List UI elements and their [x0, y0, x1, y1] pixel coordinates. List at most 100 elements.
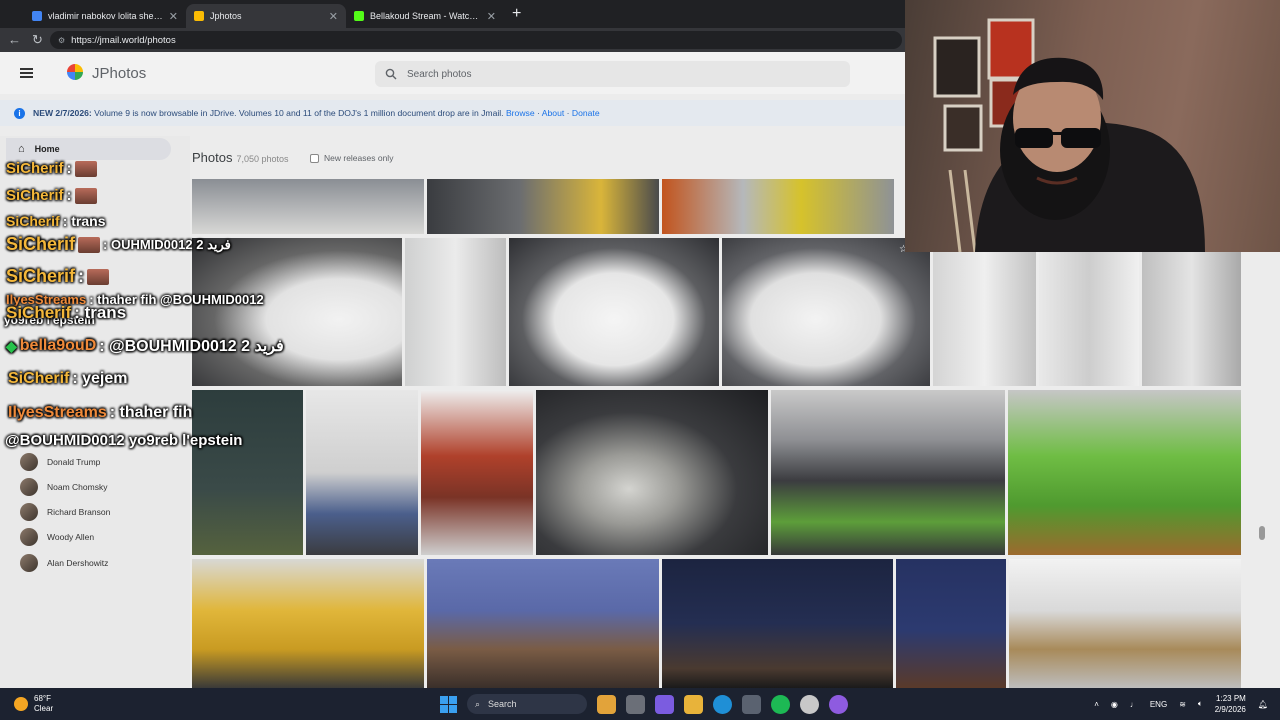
photo-thumbnail[interactable]: [1039, 252, 1139, 386]
photo-thumbnail[interactable]: ☆: [722, 238, 930, 386]
sub-badge-icon: ◆: [6, 337, 17, 354]
photos-header: Photos 7,050 photos: [192, 150, 289, 165]
language-indicator[interactable]: ENG: [1150, 700, 1167, 709]
photo-thumbnail[interactable]: [771, 390, 1005, 555]
photo-thumbnail[interactable]: [1009, 559, 1241, 688]
sidebar-person[interactable]: Richard Branson: [20, 502, 110, 522]
photo-thumbnail[interactable]: [427, 559, 659, 688]
chat-text: :: [66, 187, 72, 204]
photo-thumbnail[interactable]: [662, 559, 893, 688]
hamburger-menu-icon[interactable]: [20, 68, 33, 78]
weather-widget[interactable]: 68°F Clear: [14, 694, 53, 714]
search-icon: [385, 68, 397, 80]
photo-count: 7,050 photos: [236, 154, 289, 164]
search-placeholder: Search photos: [407, 68, 472, 80]
photo-thumbnail[interactable]: [421, 390, 533, 555]
sidebar-item-home[interactable]: ⌂ Home: [6, 138, 171, 160]
clock[interactable]: 1:23 PM 2/9/2026: [1215, 693, 1246, 715]
chat-text: :: [78, 266, 85, 286]
address-bar: ← ↻ ⚙ https://jmail.world/photos: [0, 28, 905, 52]
checkbox-box[interactable]: [310, 153, 319, 163]
photo-thumbnail[interactable]: [1008, 390, 1241, 555]
close-icon[interactable]: ✕: [169, 10, 178, 23]
chat-message: SiCherif :: [6, 266, 110, 287]
photo-thumbnail[interactable]: [192, 179, 424, 234]
network-icon[interactable]: ◉: [1111, 700, 1118, 709]
clock-time: 1:23 PM: [1216, 694, 1246, 703]
chat-text: @BOUHMID0012 yo9reb l'epstein: [5, 432, 243, 449]
photo-thumbnail[interactable]: [933, 252, 1036, 386]
chat-message: SiCherif :: [6, 160, 97, 177]
new-tab-button[interactable]: +: [512, 5, 521, 23]
back-icon[interactable]: ←: [8, 32, 21, 47]
volume-icon[interactable]: 🔈︎: [1198, 699, 1203, 709]
chat-username: bella9ouD: [19, 337, 97, 354]
photo-thumbnail[interactable]: [662, 179, 894, 234]
tab-kick[interactable]: Bellakoud Stream - Watch Live on ✕: [346, 4, 504, 28]
chat-username: SiCherif: [6, 234, 76, 254]
photo-thumbnail[interactable]: [1142, 252, 1241, 386]
wifi-icon[interactable]: ≋: [1179, 700, 1186, 709]
site-info-icon[interactable]: ⚙: [58, 36, 65, 45]
photo-thumbnail[interactable]: [536, 390, 768, 555]
banner-prefix: NEW 2/7/2026:: [33, 108, 92, 118]
photo-thumbnail[interactable]: [427, 179, 659, 234]
avatar: [20, 453, 38, 471]
copilot-icon[interactable]: [655, 694, 674, 714]
scrollbar[interactable]: [1259, 526, 1265, 540]
banner-link-donate[interactable]: Donate: [572, 108, 600, 118]
tab-search[interactable]: vladimir nabokov lolita she was lo ✕: [24, 4, 186, 28]
reload-icon[interactable]: ↻: [32, 32, 43, 48]
banner-link-about[interactable]: About: [542, 108, 564, 118]
edge-icon[interactable]: [713, 694, 732, 714]
search-input[interactable]: Search photos: [375, 61, 850, 87]
sidebar-person[interactable]: Alan Dershowitz: [20, 553, 108, 573]
windows-start-icon[interactable]: [440, 695, 457, 713]
banner-link-browse[interactable]: Browse: [506, 108, 535, 118]
file-explorer-icon[interactable]: [684, 694, 703, 714]
photo-thumbnail[interactable]: [192, 559, 424, 688]
discord-icon[interactable]: [829, 694, 848, 714]
close-icon[interactable]: ✕: [487, 10, 496, 23]
chat-username: SiCherif: [6, 266, 76, 286]
clock-date: 2/9/2026: [1214, 705, 1246, 714]
kick-icon: [354, 11, 364, 21]
photo-thumbnail[interactable]: [192, 390, 303, 555]
store-icon[interactable]: [742, 694, 761, 714]
avatar: [20, 478, 38, 496]
tab-jphotos[interactable]: Jphotos ✕: [186, 4, 346, 28]
microphone-icon[interactable]: ♩: [1130, 700, 1138, 709]
chat-username: IlyesStreams: [8, 404, 107, 421]
chevron-up-icon[interactable]: ˄: [1094, 700, 1099, 709]
chat-username: SiCherif: [6, 160, 64, 177]
widget-icon[interactable]: [597, 694, 616, 714]
photo-thumbnail[interactable]: [192, 238, 402, 386]
chat-username: SiCherif: [8, 370, 70, 387]
photo-thumbnail[interactable]: [306, 390, 418, 555]
photo-thumbnail[interactable]: [509, 238, 719, 386]
emote-icon: [74, 160, 97, 177]
taskbar: 68°F Clear ⌕ Search ˄ ◉ ♩ ENG ≋ 🔈︎ 1:23 …: [0, 688, 1280, 720]
close-icon[interactable]: ✕: [329, 10, 338, 23]
webcam-feed: [933, 18, 1205, 252]
chat-username: SiCherif: [6, 303, 72, 322]
obs-icon[interactable]: [800, 694, 819, 714]
new-releases-checkbox[interactable]: New releases only: [310, 153, 393, 163]
home-icon: ⌂: [18, 143, 25, 155]
checkbox-label: New releases only: [324, 153, 394, 163]
avatar: [20, 554, 38, 572]
sidebar-item-label: Home: [34, 144, 60, 154]
sidebar-person[interactable]: Noam Chomsky: [20, 477, 107, 497]
sidebar-person[interactable]: Donald Trump: [20, 452, 100, 472]
weather-desc: Clear: [34, 704, 54, 713]
chat-message: SiCherif : OUHMID0012 2 فريد: [6, 234, 231, 255]
url-field[interactable]: ⚙ https://jmail.world/photos: [50, 31, 902, 49]
task-view-icon[interactable]: [626, 694, 645, 714]
photo-thumbnail[interactable]: [405, 238, 506, 386]
photo-thumbnail[interactable]: [896, 559, 1006, 688]
taskbar-search[interactable]: ⌕ Search: [467, 694, 587, 714]
sidebar-person[interactable]: Woody Allen: [20, 527, 94, 547]
notification-bell-icon[interactable]: 🔔︎: [1258, 700, 1268, 709]
jphotos-favicon-icon: [194, 11, 204, 21]
spotify-icon[interactable]: [771, 694, 790, 714]
